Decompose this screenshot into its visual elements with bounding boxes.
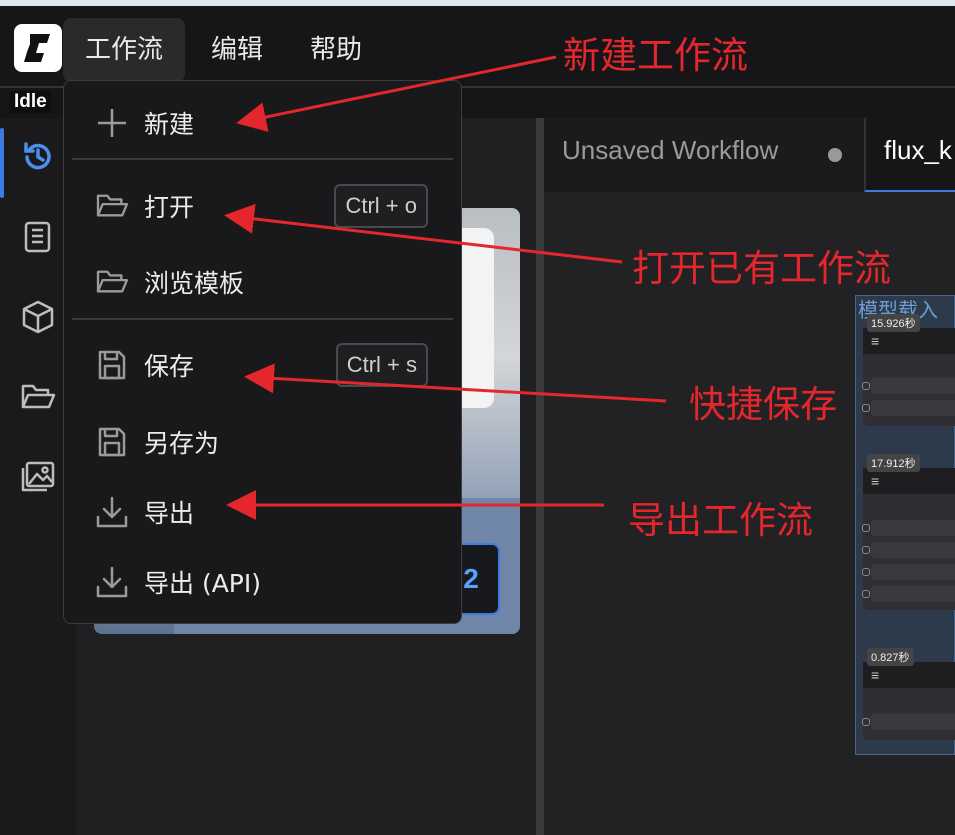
app-root: 工作流 编辑 帮助 Idle 2 Unsaved Workflow flux_k… xyxy=(0,0,955,835)
arrow-save xyxy=(244,363,667,403)
arrow-open xyxy=(224,203,623,264)
annotation-new: 新建工作流 xyxy=(563,34,748,77)
annotation-open: 打开已有工作流 xyxy=(632,247,891,290)
arrow-new xyxy=(236,55,557,132)
annotation-save: 快捷保存 xyxy=(689,383,837,426)
annotation-export: 导出工作流 xyxy=(628,499,813,542)
